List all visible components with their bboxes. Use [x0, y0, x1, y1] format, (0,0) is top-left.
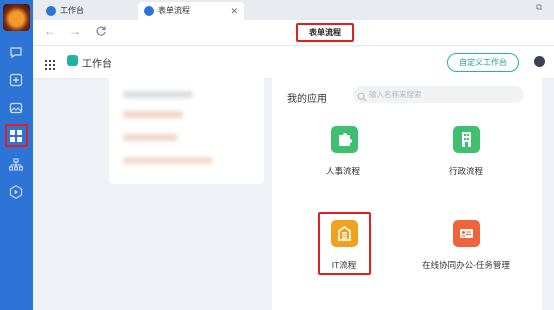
task-management-app[interactable]: [453, 220, 480, 247]
app-logo-icon: [144, 6, 154, 16]
window-restore-icon[interactable]: ⧉: [536, 2, 542, 13]
hr-process-app[interactable]: [331, 126, 358, 153]
puzzle-icon: [339, 133, 352, 146]
image-icon[interactable]: [8, 100, 24, 116]
id-card-icon: [460, 229, 473, 238]
workspace-title: 工作台: [82, 59, 112, 70]
blurred-item: [123, 134, 178, 141]
page-title: 表单流程: [296, 23, 354, 42]
tab-form-process[interactable]: 表单流程 ✕: [138, 2, 244, 20]
avatar[interactable]: [3, 4, 30, 31]
apps-grid-icon[interactable]: [8, 128, 24, 144]
app-label: 行政流程: [448, 166, 483, 176]
my-apps-title: 我的应用: [287, 94, 327, 105]
compass-icon[interactable]: [534, 56, 545, 67]
plus-square-icon[interactable]: [8, 72, 24, 88]
search-icon: [357, 89, 367, 102]
tab-workspace[interactable]: 工作台: [40, 2, 138, 20]
app-label: IT流程: [331, 260, 357, 270]
left-card: [109, 78, 264, 184]
close-icon[interactable]: ✕: [230, 2, 238, 20]
app-label: 人事流程: [325, 166, 360, 176]
tab-label: 表单流程: [158, 6, 190, 15]
customize-workspace-button[interactable]: 自定义工作台: [447, 53, 519, 72]
my-apps-panel: [272, 78, 542, 310]
app-label: 在线协同办公-任务管理: [422, 260, 510, 270]
admin-process-app[interactable]: [453, 126, 480, 153]
back-icon[interactable]: ←: [44, 24, 56, 38]
org-chart-icon[interactable]: [8, 157, 24, 173]
hexagon-play-icon[interactable]: [8, 184, 24, 200]
search-placeholder: 输入名称来搜索: [369, 90, 422, 99]
refresh-icon[interactable]: [95, 25, 107, 40]
it-process-app[interactable]: [331, 220, 358, 247]
building-icon: [462, 132, 471, 147]
blurred-item: [123, 91, 193, 98]
chat-icon[interactable]: [8, 44, 24, 60]
server-icon: [338, 226, 351, 241]
blurred-item: [123, 111, 183, 118]
blurred-item: [123, 157, 213, 164]
workspace-logo-icon: [67, 55, 78, 66]
grid-menu-icon[interactable]: [45, 57, 55, 70]
nav-bar: [33, 20, 554, 46]
forward-icon[interactable]: →: [69, 24, 81, 38]
app-logo-icon: [46, 6, 56, 16]
tab-label: 工作台: [60, 6, 84, 15]
